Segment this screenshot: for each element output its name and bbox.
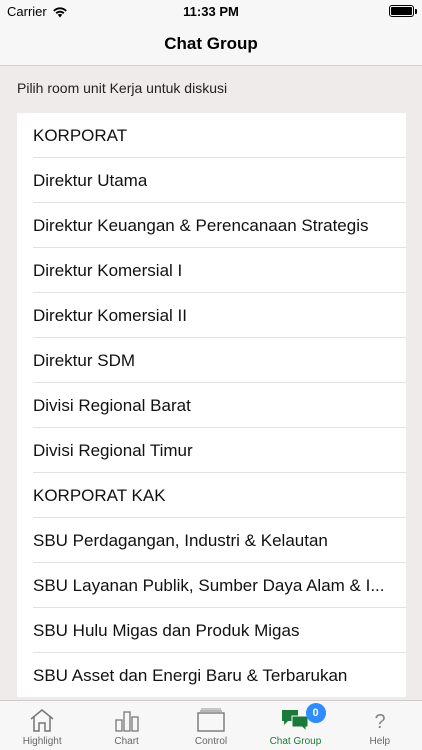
tab-label: Chat Group: [269, 736, 322, 747]
status-time: 11:33 PM: [183, 4, 239, 19]
navigation-bar: Chat Group: [0, 22, 422, 66]
room-row-direktur-utama[interactable]: Direktur Utama: [17, 158, 406, 203]
bar-chart-icon: [114, 711, 139, 732]
room-label: KORPORAT: [33, 125, 128, 145]
tab-label: Control: [194, 736, 228, 747]
room-row-sbu-asset-energi[interactable]: SBU Asset dan Energi Baru & Terbarukan: [17, 653, 406, 697]
room-label: Direktur Utama: [33, 170, 148, 190]
room-row-direktur-komersial-1[interactable]: Direktur Komersial I: [17, 248, 406, 293]
room-row-sbu-hulu-migas[interactable]: SBU Hulu Migas dan Produk Migas: [17, 608, 406, 653]
room-row-sbu-perdagangan[interactable]: SBU Perdagangan, Industri & Kelautan: [17, 518, 406, 563]
room-label: KORPORAT KAK: [33, 485, 166, 505]
room-label: SBU Perdagangan, Industri & Kelautan: [33, 530, 328, 550]
tab-chat-group[interactable]: 0 Chat Group: [253, 701, 337, 750]
room-label: SBU Hulu Migas dan Produk Migas: [33, 620, 300, 640]
room-label: Direktur SDM: [33, 350, 136, 370]
tab-highlight[interactable]: Highlight: [0, 701, 84, 750]
help-icon: ?: [374, 711, 385, 733]
tab-label: Highlight: [22, 736, 62, 747]
svg-text:?: ?: [374, 711, 385, 733]
tab-control[interactable]: Control: [169, 701, 253, 750]
room-row-direktur-komersial-2[interactable]: Direktur Komersial II: [17, 293, 406, 338]
room-label: SBU Asset dan Energi Baru & Terbarukan: [33, 665, 348, 685]
room-row-direktur-sdm[interactable]: Direktur SDM: [17, 338, 406, 383]
section-header: Pilih room unit Kerja untuk diskusi: [17, 80, 228, 96]
battery-icon: [389, 5, 417, 17]
room-label: SBU Layanan Publik, Sumber Daya Alam & I…: [33, 575, 385, 595]
room-label: Direktur Keuangan & Perencanaan Strategi…: [33, 215, 369, 235]
tab-chart[interactable]: Chart: [84, 701, 168, 750]
tab-label: Chart: [114, 736, 139, 747]
room-label: Divisi Regional Barat: [33, 395, 191, 415]
room-row-divisi-regional-barat[interactable]: Divisi Regional Barat: [17, 383, 406, 428]
folder-icon: [197, 708, 225, 732]
room-row-divisi-regional-timur[interactable]: Divisi Regional Timur: [17, 428, 406, 473]
home-icon: [30, 709, 54, 732]
room-row-sbu-layanan-publik[interactable]: SBU Layanan Publik, Sumber Daya Alam & I…: [17, 563, 406, 608]
tab-bar: Highlight Chart Control 0 Chat Group ? H…: [0, 700, 422, 750]
room-label: Direktur Komersial I: [33, 260, 183, 280]
unread-badge: 0: [305, 703, 326, 723]
tab-help[interactable]: ? Help: [338, 701, 422, 750]
room-list: KORPORAT Direktur Utama Direktur Keuanga…: [17, 113, 406, 697]
room-row-korporat[interactable]: KORPORAT: [17, 113, 406, 158]
tab-label: Help: [369, 736, 391, 747]
room-label: Direktur Komersial II: [33, 305, 187, 325]
room-row-direktur-keuangan[interactable]: Direktur Keuangan & Perencanaan Strategi…: [17, 203, 406, 248]
page-title: Chat Group: [164, 34, 258, 53]
room-row-korporat-kak[interactable]: KORPORAT KAK: [17, 473, 406, 518]
room-label: Divisi Regional Timur: [33, 440, 193, 460]
status-bar: Carrier 11:33 PM: [0, 0, 422, 22]
